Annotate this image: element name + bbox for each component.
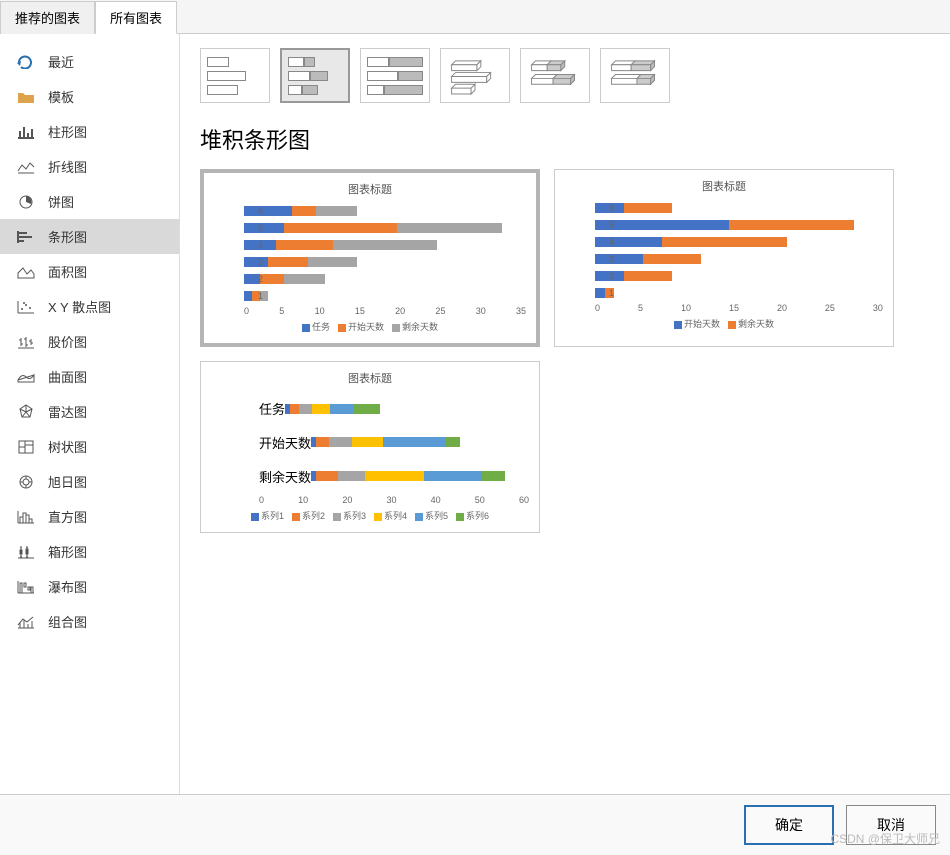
chart-title: 图表标题 xyxy=(214,181,526,197)
sidebar-item-label: 直方图 xyxy=(48,507,87,526)
dialog-footer: 确定 取消 xyxy=(0,794,950,855)
cancel-button[interactable]: 取消 xyxy=(846,805,936,845)
chart-preview-2[interactable]: 图表标题 123456051015202530开始天数剩余天数 xyxy=(554,169,894,347)
sidebar-item-label: 箱形图 xyxy=(48,542,87,561)
sidebar-item-label: 瀑布图 xyxy=(48,577,87,596)
line-chart-icon xyxy=(16,158,36,176)
sidebar-item-scatter[interactable]: X Y 散点图 xyxy=(0,289,179,324)
sidebar-item-label: 雷达图 xyxy=(48,402,87,421)
sidebar-item-area[interactable]: 面积图 xyxy=(0,254,179,289)
sidebar-item-label: 折线图 xyxy=(48,157,87,176)
subtype-heading: 堆积条形图 xyxy=(200,123,930,155)
bar-subtype-row xyxy=(200,48,930,103)
scatter-chart-icon xyxy=(16,298,36,316)
sidebar-item-templates[interactable]: 模板 xyxy=(0,79,179,114)
subtype-3d-clustered-bar[interactable] xyxy=(440,48,510,103)
tab-all-charts[interactable]: 所有图表 xyxy=(95,1,177,34)
histogram-icon xyxy=(16,508,36,526)
tab-recommended[interactable]: 推荐的图表 xyxy=(0,1,95,34)
chart-title: 图表标题 xyxy=(565,178,883,194)
sidebar-item-treemap[interactable]: 树状图 xyxy=(0,429,179,464)
box-chart-icon xyxy=(16,543,36,561)
waterfall-icon xyxy=(16,578,36,596)
sidebar-item-histogram[interactable]: 直方图 xyxy=(0,499,179,534)
sidebar-item-label: 组合图 xyxy=(48,612,87,631)
bar-chart-icon xyxy=(16,228,36,246)
sidebar-item-line[interactable]: 折线图 xyxy=(0,149,179,184)
sidebar-item-recent[interactable]: 最近 xyxy=(0,44,179,79)
combo-chart-icon xyxy=(16,613,36,631)
chart-preview-3[interactable]: 图表标题 任务开始天数剩余天数0102030405060系列1系列2系列3系列4… xyxy=(200,361,540,533)
main-panel: 堆积条形图 图表标题 12345605101520253035任务开始天数剩余天… xyxy=(180,34,950,794)
subtype-3d-100-stacked-bar[interactable] xyxy=(600,48,670,103)
sunburst-icon xyxy=(16,473,36,491)
surface-chart-icon xyxy=(16,368,36,386)
sidebar-item-combo[interactable]: 组合图 xyxy=(0,604,179,639)
sidebar-item-label: 股价图 xyxy=(48,332,87,351)
sidebar-item-pie[interactable]: 饼图 xyxy=(0,184,179,219)
preview-grid: 图表标题 12345605101520253035任务开始天数剩余天数 图表标题… xyxy=(200,169,930,533)
sidebar-item-label: 饼图 xyxy=(48,192,74,211)
subtype-stacked-bar[interactable] xyxy=(280,48,350,103)
sidebar-item-bar[interactable]: 条形图 xyxy=(0,219,179,254)
treemap-icon xyxy=(16,438,36,456)
sidebar-item-box[interactable]: 箱形图 xyxy=(0,534,179,569)
sidebar-item-label: 面积图 xyxy=(48,262,87,281)
sidebar-item-label: 柱形图 xyxy=(48,122,87,141)
stock-chart-icon xyxy=(16,333,36,351)
sidebar-item-label: X Y 散点图 xyxy=(48,297,111,316)
folder-icon xyxy=(16,88,36,106)
recent-icon xyxy=(16,53,36,71)
sidebar-item-label: 曲面图 xyxy=(48,367,87,386)
sidebar-item-label: 最近 xyxy=(48,52,74,71)
sidebar-item-label: 树状图 xyxy=(48,437,87,456)
subtype-clustered-bar[interactable] xyxy=(200,48,270,103)
subtype-3d-stacked-bar[interactable] xyxy=(520,48,590,103)
tab-strip: 推荐的图表 所有图表 xyxy=(0,0,950,34)
sidebar-item-surface[interactable]: 曲面图 xyxy=(0,359,179,394)
sidebar-item-label: 模板 xyxy=(48,87,74,106)
chart-type-sidebar: 最近 模板 柱形图 折线图 饼图 条形图 面积图 X Y 散点图 股价图 曲面图… xyxy=(0,34,180,794)
chart-title: 图表标题 xyxy=(211,370,529,386)
pie-chart-icon xyxy=(16,193,36,211)
sidebar-item-waterfall[interactable]: 瀑布图 xyxy=(0,569,179,604)
radar-chart-icon xyxy=(16,403,36,421)
sidebar-item-radar[interactable]: 雷达图 xyxy=(0,394,179,429)
sidebar-item-column[interactable]: 柱形图 xyxy=(0,114,179,149)
area-chart-icon xyxy=(16,263,36,281)
ok-button[interactable]: 确定 xyxy=(744,805,834,845)
subtype-100-stacked-bar[interactable] xyxy=(360,48,430,103)
column-chart-icon xyxy=(16,123,36,141)
chart-preview-1[interactable]: 图表标题 12345605101520253035任务开始天数剩余天数 xyxy=(200,169,540,347)
sidebar-item-label: 旭日图 xyxy=(48,472,87,491)
sidebar-item-label: 条形图 xyxy=(48,227,87,246)
sidebar-item-stock[interactable]: 股价图 xyxy=(0,324,179,359)
sidebar-item-sunburst[interactable]: 旭日图 xyxy=(0,464,179,499)
